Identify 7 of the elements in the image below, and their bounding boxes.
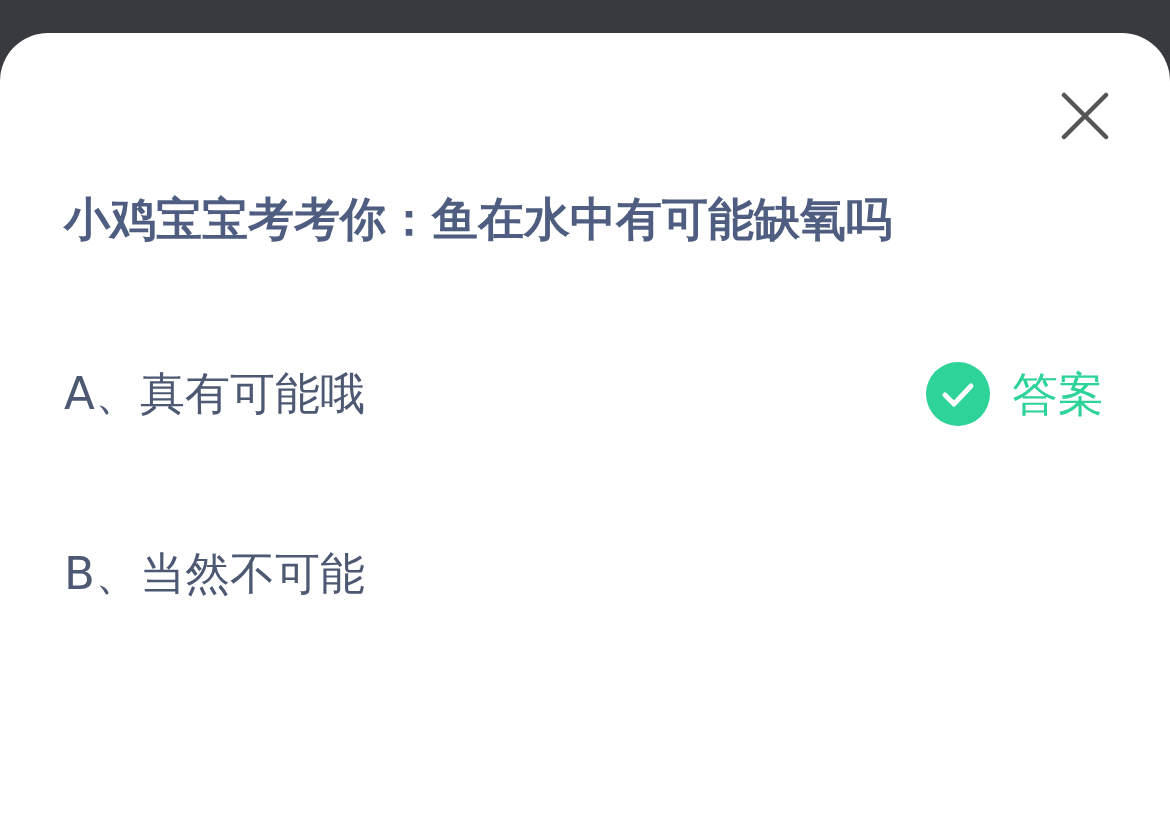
question-title: 小鸡宝宝考考你：鱼在水中有可能缺氧吗 — [64, 191, 893, 247]
answer-option[interactable]: A、真有可能哦 — [64, 367, 365, 421]
answer-label: 答案 — [1012, 367, 1104, 421]
answer-option[interactable]: B、当然不可能 — [64, 547, 365, 601]
close-button[interactable] — [1060, 91, 1110, 141]
close-icon — [1061, 92, 1109, 140]
check-icon — [926, 362, 990, 426]
